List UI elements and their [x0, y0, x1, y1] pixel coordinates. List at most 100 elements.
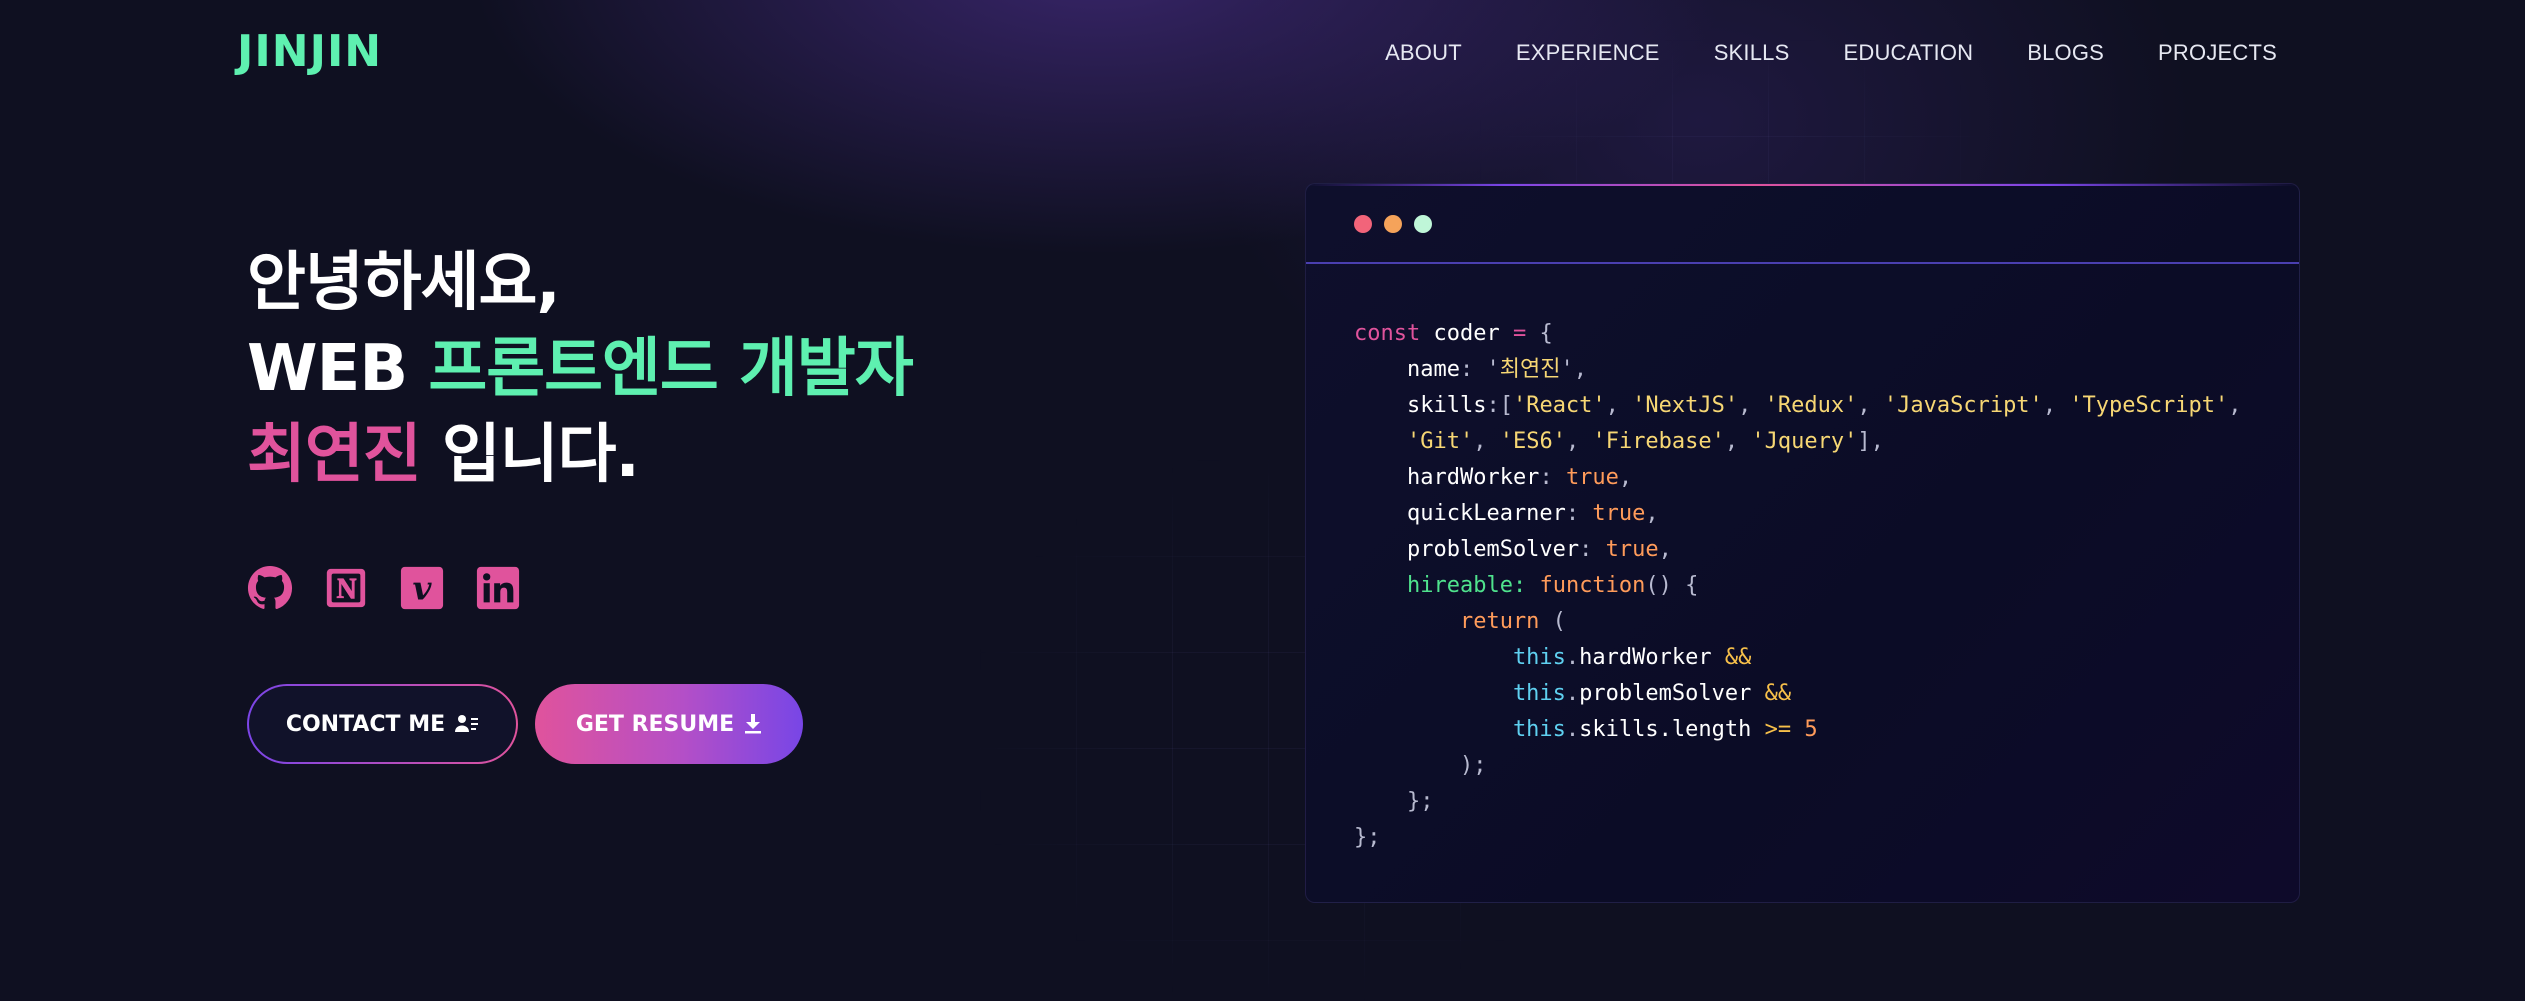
notion-link[interactable]	[323, 565, 369, 611]
code-token: return	[1354, 609, 1540, 634]
linkedin-link[interactable]	[475, 565, 521, 611]
code-token: =	[1512, 321, 1540, 346]
hero-role-title: 프론트엔드 개발자	[428, 332, 913, 406]
code-snippet: const coder = { name: '최연진', skills:['Re…	[1354, 316, 2242, 856]
hero-line-greeting: 안녕하세요,	[247, 246, 561, 320]
code-line: this.skills.length >= 5	[1354, 717, 1818, 742]
code-line: hireable: function() {	[1354, 573, 1698, 598]
window-close-dot	[1354, 215, 1372, 233]
svg-text:v: v	[413, 569, 433, 608]
code-token: 'React'	[1512, 393, 1606, 418]
code-token: ,	[1658, 537, 1672, 562]
nav-item-education[interactable]: EDUCATION	[1844, 40, 1974, 65]
code-token: coder	[1433, 321, 1513, 346]
code-token: :	[1579, 537, 1606, 562]
code-line: };	[1354, 789, 1434, 814]
vimeo-icon: v	[400, 566, 444, 610]
hero-heading: 안녕하세요, WEB 프론트엔드 개발자 최연진 입니다.	[247, 240, 914, 498]
code-line: name: '최연진',	[1354, 357, 1587, 382]
github-icon	[247, 565, 293, 610]
code-window: const coder = { name: '최연진', skills:['Re…	[1305, 183, 2300, 903]
code-token: skills	[1354, 393, 1487, 418]
code-token: true	[1605, 537, 1659, 562]
social-links: v	[247, 565, 521, 611]
contact-me-label: CONTACT ME	[285, 711, 446, 737]
code-token: ,	[2042, 393, 2070, 418]
vimeo-link[interactable]: v	[399, 565, 445, 611]
code-token: true	[1592, 501, 1646, 526]
linkedin-icon	[476, 566, 520, 610]
code-token: quickLearner	[1354, 501, 1566, 526]
code-token: () {	[1645, 573, 1699, 598]
download-icon	[744, 713, 762, 735]
code-token: function	[1539, 573, 1646, 598]
code-token: );	[1354, 753, 1487, 778]
hero-role-prefix: WEB	[247, 332, 429, 406]
code-line: );	[1354, 753, 1487, 778]
github-link[interactable]	[247, 565, 293, 611]
code-token: };	[1354, 789, 1434, 814]
window-minimize-dot	[1384, 215, 1402, 233]
code-token: 'Jquery'	[1751, 429, 1858, 454]
code-token: 'Git'	[1406, 429, 1474, 454]
code-token: hardWorker	[1354, 465, 1540, 490]
code-line: problemSolver: true,	[1354, 537, 1672, 562]
window-maximize-dot	[1414, 215, 1432, 233]
code-token: 'Redux'	[1764, 393, 1858, 418]
code-token: 'Firebase'	[1592, 429, 1725, 454]
nav-item-projects[interactable]: PROJECTS	[2158, 40, 2277, 65]
code-token: problemSolver	[1354, 537, 1580, 562]
code-token: hireable	[1354, 573, 1513, 598]
code-token: ,	[1857, 393, 1884, 418]
hero-line-name: 최연진 입니다.	[247, 412, 913, 498]
get-resume-button[interactable]: GET RESUME	[535, 684, 803, 764]
code-line: hardWorker: true,	[1354, 465, 1632, 490]
nav-item-skills[interactable]: SKILLS	[1714, 40, 1790, 65]
code-token: ,	[1473, 429, 1500, 454]
code-token: 최연진	[1499, 357, 1561, 382]
code-line: };	[1354, 825, 1381, 850]
code-token: 'JavaScript'	[1883, 393, 2043, 418]
portfolio-page: JINJIN ABOUT EXPERIENCE SKILLS EDUCATION…	[0, 0, 2525, 1001]
code-token: {	[1539, 321, 1553, 346]
contact-me-button[interactable]: CONTACT ME	[247, 684, 518, 764]
hero-line-role: WEB 프론트엔드 개발자	[247, 326, 914, 412]
code-token: 'NextJS'	[1632, 393, 1739, 418]
code-token: ,	[1738, 393, 1765, 418]
window-controls	[1354, 215, 1432, 233]
code-token: :[	[1486, 393, 1513, 418]
code-token: ,	[1618, 465, 1633, 490]
code-token: true	[1565, 465, 1619, 490]
code-token: &&	[1724, 645, 1752, 670]
code-token: ,	[1573, 357, 1587, 382]
code-token: 5	[1804, 717, 1818, 742]
contact-card-icon	[455, 713, 479, 735]
code-token: name	[1354, 357, 1460, 382]
code-token: this	[1354, 645, 1566, 670]
code-token: problemSolver	[1579, 681, 1765, 706]
nav-item-blogs[interactable]: BLOGS	[2027, 40, 2104, 65]
code-token: &&	[1764, 681, 1792, 706]
code-window-titlebar	[1306, 184, 2299, 264]
code-token: (	[1539, 609, 1566, 634]
code-token: :	[1459, 357, 1487, 382]
code-token: :	[1539, 465, 1566, 490]
code-line: skills:['React', 'NextJS', 'Redux', 'Jav…	[1354, 393, 2242, 418]
code-token: const	[1354, 321, 1434, 346]
code-token: ],	[1857, 429, 1884, 454]
code-token: };	[1354, 825, 1381, 850]
nav-item-experience[interactable]: EXPERIENCE	[1516, 40, 1660, 65]
notion-icon	[326, 568, 366, 608]
code-token: '	[1560, 357, 1574, 382]
code-token: hardWorker	[1579, 645, 1725, 670]
hero-name: 최연진	[247, 418, 422, 492]
code-token: ,	[1565, 429, 1593, 454]
code-token: this	[1354, 681, 1566, 706]
site-logo[interactable]: JINJIN	[237, 26, 382, 77]
code-line: this.hardWorker &&	[1354, 645, 1751, 670]
code-token: .	[1565, 717, 1580, 742]
nav-item-about[interactable]: ABOUT	[1385, 40, 1462, 65]
code-token: ,	[2228, 393, 2242, 418]
code-token: .	[1565, 681, 1580, 706]
